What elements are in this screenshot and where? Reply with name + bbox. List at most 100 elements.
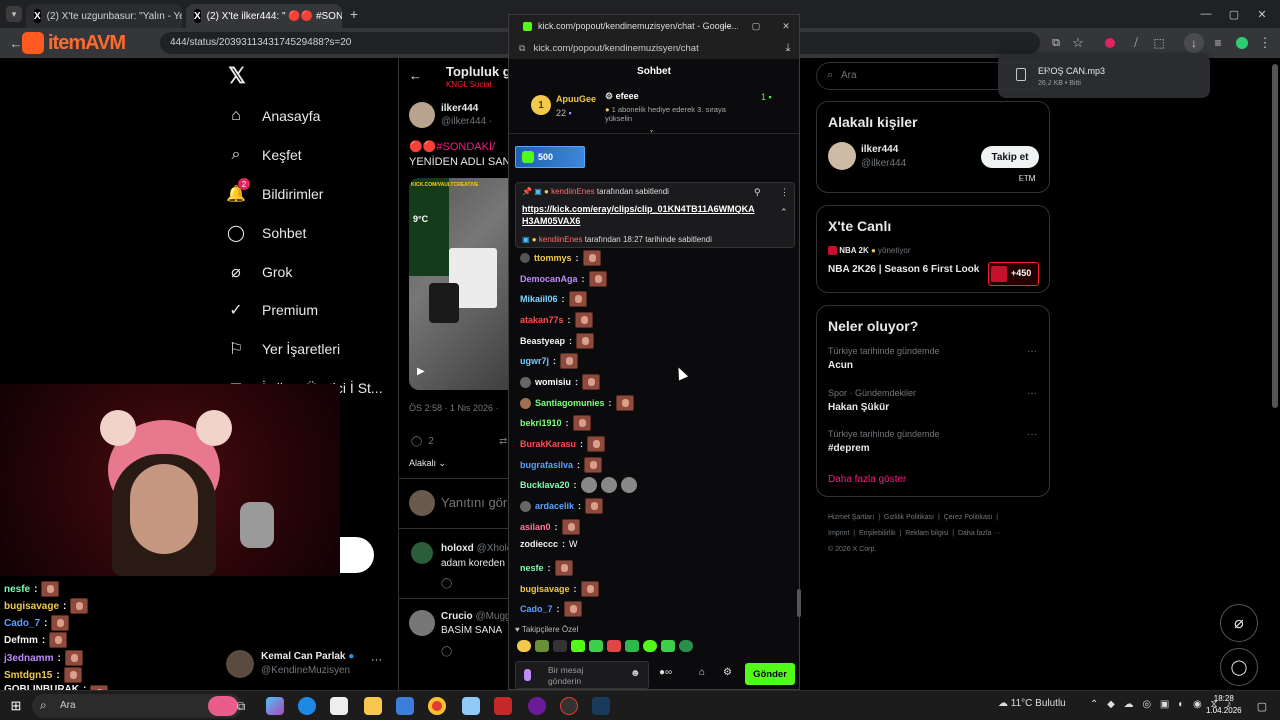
star-icon[interactable]: ☆ (1070, 35, 1086, 51)
cast-icon[interactable]: ⧉ (1048, 35, 1064, 51)
more-icon[interactable]: ··· (1027, 346, 1037, 357)
emote-button[interactable] (679, 640, 693, 652)
chat-username[interactable]: ttommys (534, 253, 572, 263)
kicks-counter[interactable]: 500 (515, 146, 585, 168)
retweet-icon[interactable]: ⇄ (499, 436, 507, 447)
show-more-link[interactable]: Daha fazla göster (828, 474, 906, 485)
weather-widget[interactable]: ☁ 11°C Bulutlu (998, 698, 1066, 709)
live-host[interactable]: NBA 2K ● yönetiyor (828, 246, 911, 256)
clock[interactable]: 18:28 1.04.2026 (1206, 693, 1242, 717)
obs-icon[interactable] (560, 697, 578, 715)
chat-username[interactable]: ardacelik (535, 501, 574, 511)
download-icon[interactable]: ⤓ (781, 40, 795, 56)
messages-fab-icon[interactable]: ◯ (1220, 648, 1258, 686)
puzzle-icon[interactable]: ⬚ (1151, 35, 1167, 51)
chat-username[interactable]: Beastyeap (520, 336, 565, 346)
avatar[interactable] (409, 102, 435, 128)
extension-red-icon[interactable] (1105, 38, 1115, 48)
reply-icon[interactable]: ◯ (441, 646, 452, 657)
close-window-icon[interactable]: ✕ (1254, 6, 1270, 22)
emote-button[interactable] (571, 640, 585, 652)
grok-fab-icon[interactable]: ⌀ (1220, 604, 1258, 642)
taskbar-search[interactable]: ⌕ Ara (32, 694, 242, 718)
site-info-icon[interactable]: ⧉ (519, 43, 525, 54)
trend-item[interactable]: Türkiye tarihinde gündemde Acun (828, 346, 940, 371)
live-listeners[interactable]: +450 (988, 262, 1039, 286)
avatar[interactable] (828, 142, 856, 170)
notification-icon[interactable]: ▢ (1254, 698, 1270, 714)
chat-username[interactable]: Bucklava20 (520, 480, 570, 490)
nav-bookmarks[interactable]: ⚐ Yer İşaretleri (226, 339, 340, 359)
chat-username[interactable]: BurakKarasu (520, 439, 576, 449)
chat-username[interactable]: bekri1910 (520, 418, 562, 428)
footer-link[interactable]: Hizmet Şartları (828, 514, 874, 521)
footer-link[interactable]: Gizlilik Politikası (884, 514, 934, 521)
search-input[interactable]: ⌕ Ara (816, 62, 1050, 90)
chat-url[interactable]: kick.com/popout/kendinemuzisyen/chat (533, 43, 698, 54)
maximize-icon[interactable]: ▢ (749, 18, 763, 34)
nav-grok[interactable]: ⌀ Grok (226, 262, 292, 282)
extension-icon[interactable]: ⧸ (1128, 35, 1144, 51)
emote-button[interactable] (589, 640, 603, 652)
file-explorer-icon[interactable] (364, 697, 382, 715)
new-tab-icon[interactable]: + (346, 6, 362, 22)
chat-username[interactable]: zodieccc (520, 539, 558, 549)
play-icon[interactable]: ▶ (417, 366, 425, 377)
download-icon[interactable]: ↓ (1184, 33, 1204, 53)
chat-input[interactable]: Bir mesaj gönderin ☻ (515, 661, 649, 689)
author-name[interactable]: ilker444 (441, 103, 478, 114)
more-icon[interactable]: ··· (1027, 429, 1037, 440)
mail-icon[interactable] (396, 697, 414, 715)
copilot-icon[interactable] (266, 697, 284, 715)
chat-username[interactable]: nesfe (520, 563, 544, 573)
more-icon[interactable]: ··· (1027, 388, 1037, 399)
chat-scrollbar[interactable] (797, 589, 801, 617)
avatar[interactable] (411, 542, 433, 564)
trend-item[interactable]: Türkiye tarihinde gündemde #deprem (828, 429, 940, 454)
nav-chat[interactable]: ◯ Sohbet (226, 223, 306, 243)
emote-button[interactable] (553, 640, 567, 652)
nav-explore[interactable]: ⌕ Keşfet (226, 145, 302, 165)
emoji-icon[interactable]: ☻ (630, 668, 641, 679)
footer-link[interactable]: Reklam bilgisi (905, 530, 948, 537)
post-video[interactable]: KICK.COM/VAULTCREATIVE 9°C ▶ (409, 178, 510, 390)
edge-icon[interactable] (298, 697, 316, 715)
reply-author[interactable]: holoxd @Xholc (441, 543, 510, 554)
chat-username[interactable]: bugisavage (520, 584, 570, 594)
emote-button[interactable] (625, 640, 639, 652)
chat-username[interactable]: atakan77s (520, 315, 564, 325)
reading-list-icon[interactable]: ≡ (1210, 35, 1226, 51)
top-gifter-name[interactable]: ApuuGee (556, 94, 596, 104)
kicks-icon[interactable]: ●∞ (659, 667, 672, 678)
more-icon[interactable]: ··· (371, 654, 382, 666)
chrome-icon[interactable] (428, 697, 446, 715)
person-name[interactable]: ilker444 (861, 144, 898, 155)
reply-input[interactable]: Yanıtını gör (441, 495, 507, 510)
pin-icon[interactable]: ⚲ (754, 187, 761, 198)
footer-link[interactable]: Daha fazla ··· (958, 530, 1000, 537)
chat-username[interactable]: asilan0 (520, 522, 551, 532)
chat-username[interactable]: bugrafasilva (520, 460, 573, 470)
tab-2[interactable]: X (2) X'te ilker444: " 🔴🔴 #SONDAK ✕ (186, 4, 342, 28)
sort-dropdown[interactable]: Alakalı ⌄ (409, 458, 446, 469)
steam-icon[interactable] (592, 697, 610, 715)
minimize-icon[interactable]: — (719, 18, 733, 34)
footer-link[interactable]: Çerez Politikası (944, 514, 993, 521)
chat-username[interactable]: Cado_7 (520, 604, 553, 614)
account-switcher[interactable]: Kemal Can Parlak ● @KendineMuzisyen ··· (226, 648, 386, 682)
windows-start-icon[interactable]: ⊞ (8, 698, 24, 714)
chat-username[interactable]: DemocanAga (520, 274, 578, 284)
minimize-icon[interactable]: — (1198, 6, 1214, 22)
more-icon[interactable]: ⋮ (1258, 35, 1272, 51)
x-logo-icon[interactable]: 𝕏 (226, 63, 248, 88)
store-icon[interactable]: ⌂ (699, 667, 705, 678)
emote-button[interactable] (661, 640, 675, 652)
discord-icon[interactable] (528, 697, 546, 715)
reply-author[interactable]: Crucio @Mugg (441, 611, 510, 622)
profile-icon[interactable] (1236, 37, 1248, 49)
pinned-link[interactable]: https://kick.com/eray/clips/clip_01KN4TB… (522, 203, 758, 227)
reply-icon[interactable]: ◯ (441, 578, 452, 589)
emote-button[interactable] (517, 640, 531, 652)
maximize-icon[interactable]: ▢ (1226, 6, 1242, 22)
chat-username[interactable]: Santiagomunies (535, 398, 605, 408)
